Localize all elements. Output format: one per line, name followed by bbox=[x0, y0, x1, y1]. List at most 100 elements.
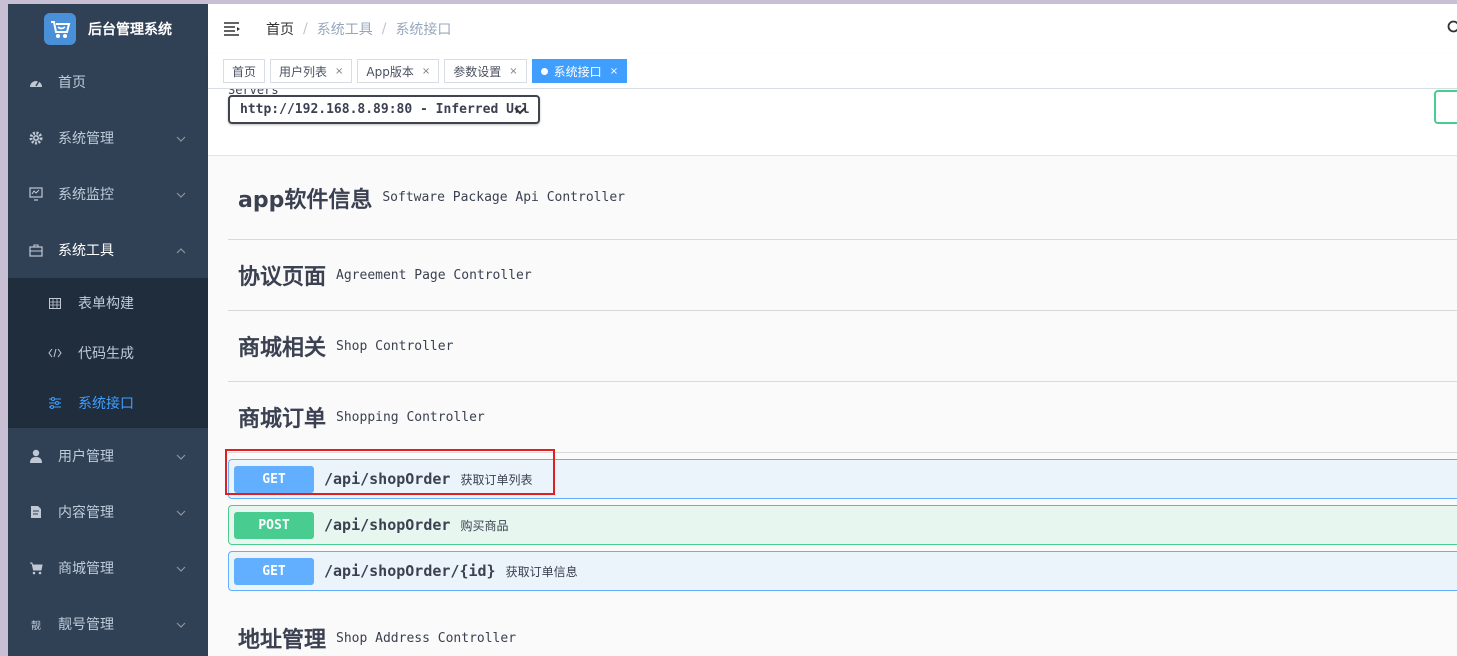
sidebar-item-system-monitor[interactable]: 系统监控 bbox=[8, 166, 208, 222]
sidebar-item-shop-management[interactable]: 商城管理 bbox=[8, 540, 208, 596]
sidebar-item-form-builder[interactable]: 表单构建 bbox=[8, 278, 208, 328]
tag-home[interactable]: 首页 bbox=[223, 59, 266, 83]
search-icon[interactable] bbox=[1447, 20, 1457, 40]
method-badge: POST bbox=[234, 511, 314, 539]
tag-label: 系统接口 bbox=[553, 64, 602, 79]
swagger-main: Servers http://192.168.8.89:80 - Inferre… bbox=[208, 89, 1457, 656]
sidebar-item-label: 系统管理 bbox=[58, 131, 114, 147]
tag-label: App版本 bbox=[366, 64, 414, 79]
section-description: Shop Address Controller bbox=[336, 630, 517, 646]
sidebar: 后台管理系统 首页 系统管理 系统监控 系统工具 表单构建 代码生成 系统接口 … bbox=[8, 4, 208, 656]
breadcrumb-item[interactable]: 首页 bbox=[266, 19, 294, 39]
section-title: 商城相关 bbox=[238, 336, 327, 361]
method-badge: GET bbox=[234, 465, 314, 493]
sidebar-item-content-management[interactable]: 内容管理 bbox=[8, 484, 208, 540]
sidebar-item-label: 系统接口 bbox=[78, 396, 134, 412]
sidebar-item-system-api[interactable]: 系统接口 bbox=[8, 378, 208, 428]
tag-section-address[interactable]: 地址管理 Shop Address Controller bbox=[228, 591, 1457, 656]
sidebar-item-label: 靓号管理 bbox=[58, 617, 114, 633]
close-icon[interactable]: × bbox=[509, 66, 517, 77]
operation-path: /api/shopOrder bbox=[324, 470, 451, 488]
close-icon[interactable]: × bbox=[422, 66, 430, 77]
operation-get-shop-order[interactable]: GET /api/shopOrder 获取订单列表 bbox=[228, 459, 1457, 499]
monitor-icon bbox=[28, 186, 44, 202]
document-icon bbox=[28, 504, 44, 520]
close-icon[interactable]: × bbox=[335, 66, 343, 77]
authorize-button[interactable] bbox=[1434, 90, 1457, 124]
breadcrumb-separator: / bbox=[381, 21, 387, 37]
grid-icon bbox=[48, 296, 62, 310]
breadcrumb-item: 系统接口 bbox=[395, 22, 452, 38]
operation-summary: 购买商品 bbox=[460, 518, 509, 533]
tag-user-list[interactable]: 用户列表 × bbox=[270, 59, 353, 83]
breadcrumb-separator: / bbox=[303, 21, 308, 37]
section-title: app软件信息 bbox=[238, 187, 373, 213]
tag-label: 用户列表 bbox=[279, 64, 328, 79]
operation-path: /api/shopOrder/{id} bbox=[324, 562, 496, 580]
chevron-down-icon bbox=[514, 104, 526, 119]
sidebar-item-code-gen[interactable]: 代码生成 bbox=[8, 328, 208, 378]
active-dot-icon bbox=[540, 67, 548, 75]
breadcrumb-item: 系统工具 bbox=[316, 22, 373, 38]
section-title: 商城订单 bbox=[238, 407, 327, 432]
method-badge: GET bbox=[234, 557, 314, 585]
sliders-icon bbox=[48, 396, 62, 410]
gear-icon bbox=[28, 130, 44, 146]
section-description: Shop Controller bbox=[336, 338, 454, 354]
code-icon bbox=[48, 346, 62, 360]
cart-icon bbox=[28, 560, 44, 576]
sidebar-item-label: 系统监控 bbox=[58, 187, 114, 203]
section-title: 协议页面 bbox=[238, 265, 327, 290]
user-icon bbox=[28, 448, 44, 464]
tag-section-agreement[interactable]: 协议页面 Agreement Page Controller bbox=[228, 240, 1457, 311]
sidebar-item-system-tools[interactable]: 系统工具 bbox=[8, 222, 208, 278]
sidebar-item-label: 系统工具 bbox=[58, 243, 114, 259]
sidebar-item-label: 表单构建 bbox=[78, 296, 134, 312]
tags-view: 首页 用户列表 × App版本 × 参数设置 × 系统接口 × bbox=[208, 54, 1457, 89]
operation-summary: 获取订单列表 bbox=[460, 472, 533, 487]
chevron-up-icon bbox=[176, 242, 186, 258]
logo[interactable]: 后台管理系统 bbox=[8, 4, 208, 54]
section-description: Shopping Controller bbox=[336, 409, 485, 425]
phone-number-icon: 靓 bbox=[31, 620, 41, 632]
chevron-down-icon bbox=[176, 560, 186, 576]
breadcrumb: 首页 / 系统工具 / 系统接口 bbox=[266, 19, 451, 39]
tag-label: 首页 bbox=[232, 64, 257, 79]
sidebar-item-label: 内容管理 bbox=[58, 505, 114, 521]
chevron-down-icon bbox=[176, 616, 186, 632]
toolbox-icon bbox=[28, 242, 44, 258]
servers-select[interactable]: http://192.168.8.89:80 - Inferred Url bbox=[228, 95, 540, 124]
tag-section-shopping[interactable]: 商城订单 Shopping Controller bbox=[228, 382, 1457, 453]
tag-label: 参数设置 bbox=[453, 64, 502, 79]
sidebar-item-label: 商城管理 bbox=[58, 561, 114, 577]
tag-section-shop[interactable]: 商城相关 Shop Controller bbox=[228, 311, 1457, 382]
menu-toggle-icon[interactable] bbox=[224, 19, 244, 39]
tag-section-software[interactable]: app软件信息 Software Package Api Controller bbox=[228, 156, 1457, 240]
operation-get-shop-order-by-id[interactable]: GET /api/shopOrder/{id} 获取订单信息 bbox=[228, 551, 1457, 591]
tag-params[interactable]: 参数设置 × bbox=[444, 59, 527, 83]
app-title: 后台管理系统 bbox=[88, 22, 172, 38]
sidebar-item-user-management[interactable]: 用户管理 bbox=[8, 428, 208, 484]
chevron-down-icon bbox=[176, 504, 186, 520]
servers-selected-value: http://192.168.8.89:80 - Inferred Url bbox=[240, 102, 530, 117]
logo-icon bbox=[44, 13, 76, 45]
chevron-down-icon bbox=[176, 130, 186, 146]
tag-system-api[interactable]: 系统接口 × bbox=[531, 59, 628, 83]
sidebar-item-home[interactable]: 首页 bbox=[8, 54, 208, 110]
operations-content: app软件信息 Software Package Api Controller … bbox=[208, 156, 1457, 656]
submenu-system-tools: 表单构建 代码生成 系统接口 bbox=[8, 278, 208, 428]
section-title: 地址管理 bbox=[238, 628, 327, 653]
operation-post-shop-order[interactable]: POST /api/shopOrder 购买商品 bbox=[228, 505, 1457, 545]
close-icon[interactable]: × bbox=[610, 66, 618, 77]
section-description: Software Package Api Controller bbox=[382, 190, 625, 205]
sidebar-item-system-management[interactable]: 系统管理 bbox=[8, 110, 208, 166]
tag-app-version[interactable]: App版本 × bbox=[357, 59, 440, 83]
section-description: Agreement Page Controller bbox=[336, 267, 532, 283]
app-window: 后台管理系统 首页 系统管理 系统监控 系统工具 表单构建 代码生成 系统接口 … bbox=[8, 4, 1457, 656]
chevron-down-icon bbox=[176, 448, 186, 464]
sidebar-item-number-management[interactable]: 靓 靓号管理 bbox=[8, 596, 208, 652]
chevron-down-icon bbox=[176, 186, 186, 202]
operation-path: /api/shopOrder bbox=[324, 516, 451, 534]
dashboard-icon bbox=[28, 74, 44, 90]
sidebar-item-label: 用户管理 bbox=[58, 449, 114, 465]
